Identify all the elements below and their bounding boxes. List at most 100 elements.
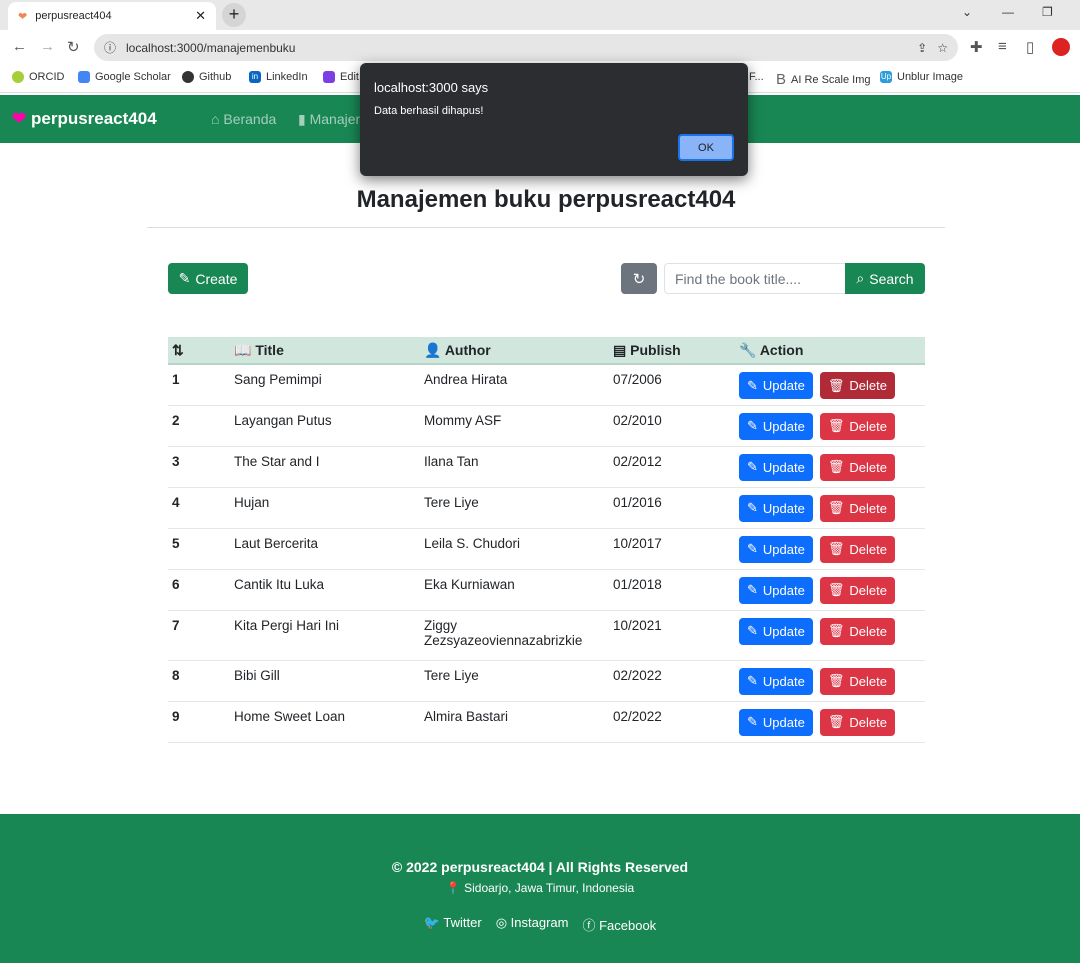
- twitter-text[interactable]: Twitter: [443, 915, 481, 930]
- copyright: © 2022 perpusreact404 | All Rights Reser…: [391, 859, 689, 875]
- bookmark[interactable]: B AI Re Scale Img: [776, 71, 871, 88]
- update-button[interactable]: ✎ Update: [739, 372, 813, 399]
- update-label: Update: [762, 418, 805, 434]
- create-button[interactable]: ✎ Create: [168, 263, 248, 294]
- wrench-icon: 🔧: [739, 341, 757, 358]
- book-publish: 01/2018: [609, 569, 735, 611]
- book-author: Almira Bastari: [420, 701, 609, 743]
- bookmark[interactable]: ORCID: [12, 71, 64, 83]
- create-label: Create: [195, 270, 238, 287]
- trash-icon: 🗑: [827, 673, 845, 688]
- refresh-button[interactable]: ↻: [621, 263, 657, 294]
- side-panel-icon[interactable]: ▯: [1026, 38, 1034, 56]
- table-row: 8 Bibi Gill Tere Liye 02/2022 ✎ Update 🗑 D…: [168, 660, 925, 702]
- header-publish: ▤ Publish: [609, 337, 735, 365]
- update-button[interactable]: ✎ Update: [739, 576, 813, 604]
- delete-button[interactable]: 🗑 Delete: [819, 453, 895, 481]
- bookmark[interactable]: Up Unblur Image: [880, 71, 963, 83]
- book-title: Laut Bercerita: [230, 528, 420, 570]
- delete-button[interactable]: 🗑 Delete: [819, 617, 895, 645]
- bookmark[interactable]: Edit: [323, 71, 359, 83]
- row-number: 2: [168, 405, 230, 447]
- linkedin-icon: in: [249, 71, 261, 83]
- delete-label: Delete: [849, 378, 887, 393]
- minimize-button[interactable]: —: [1002, 5, 1014, 19]
- extensions-icon[interactable]: ✚: [970, 38, 983, 56]
- row-number: 1: [168, 364, 230, 406]
- back-icon[interactable]: ←: [12, 38, 27, 55]
- sort-numeric-icon: ⇅: [172, 341, 184, 358]
- sort-header[interactable]: ⇅: [168, 337, 230, 365]
- row-number: 5: [168, 528, 230, 570]
- update-button[interactable]: ✎ Update: [739, 412, 813, 440]
- close-tab-icon[interactable]: ✕: [195, 8, 206, 24]
- update-label: Update: [762, 623, 805, 639]
- update-button[interactable]: ✎ Update: [739, 667, 813, 695]
- share-icon[interactable]: ⇪: [917, 41, 927, 55]
- delete-button[interactable]: 🗑 Delete: [819, 576, 895, 604]
- row-actions: ✎ Update 🗑 Delete: [735, 446, 925, 488]
- trash-icon: 🗑: [827, 623, 845, 638]
- header-action: 🔧 Action: [735, 337, 925, 365]
- brand[interactable]: ❤ perpusreact404: [12, 109, 157, 129]
- search-button[interactable]: ⌕ Search: [845, 263, 925, 294]
- book-publish: 01/2016: [609, 487, 735, 529]
- delete-button[interactable]: 🗑 Delete: [819, 535, 895, 563]
- twitter-link[interactable]: 🐦 Twitter: [424, 915, 482, 934]
- trash-icon: 🗑: [827, 582, 845, 597]
- update-button[interactable]: ✎ Update: [739, 453, 813, 481]
- home-icon: ⌂: [211, 111, 220, 127]
- forward-icon[interactable]: →: [40, 38, 55, 55]
- trash-icon: 🗑: [827, 500, 845, 515]
- star-icon[interactable]: ☆: [937, 41, 948, 55]
- delete-button[interactable]: 🗑 Delete: [819, 372, 895, 399]
- book-author: Mommy ASF: [420, 405, 609, 447]
- reading-list-icon[interactable]: ≡: [998, 38, 1007, 55]
- browser-tab[interactable]: ❤ perpusreact404 ✕: [8, 2, 216, 30]
- orcid-icon: [12, 71, 24, 83]
- row-actions: ✎ Update 🗑 Delete: [735, 610, 925, 661]
- instagram-text[interactable]: Instagram: [511, 915, 569, 930]
- table-row: 2 Layangan Putus Mommy ASF 02/2010 ✎ Upda…: [168, 405, 925, 447]
- location-text: Sidoarjo, Jawa Timur, Indonesia: [464, 881, 635, 895]
- header-label: Title: [255, 341, 284, 358]
- book-icon: ▮: [298, 111, 306, 127]
- delete-button[interactable]: 🗑 Delete: [819, 494, 895, 522]
- reload-icon[interactable]: ↻: [67, 38, 80, 56]
- facebook-text[interactable]: Facebook: [599, 918, 656, 933]
- delete-button[interactable]: 🗑 Delete: [819, 412, 895, 440]
- row-actions: ✎ Update 🗑 Delete: [735, 569, 925, 611]
- search-input[interactable]: [664, 263, 846, 294]
- update-label: Update: [762, 459, 805, 475]
- delete-label: Delete: [849, 500, 887, 516]
- restore-button[interactable]: ❐: [1042, 5, 1053, 19]
- address-bar-row: ← → ↻ ⓘ localhost:3000/manajemenbuku ⇪ ☆ ✚…: [0, 30, 1080, 64]
- profile-avatar[interactable]: [1052, 38, 1070, 56]
- bookmark[interactable]: Google Scholar: [78, 71, 171, 83]
- nav-beranda[interactable]: ⌂ Beranda: [211, 111, 276, 127]
- calendar-icon: ▤: [613, 341, 627, 358]
- edit-icon: ✎: [747, 582, 758, 597]
- update-button[interactable]: ✎ Update: [739, 535, 813, 563]
- update-button[interactable]: ✎ Update: [739, 708, 813, 736]
- bookmark-label: Google Scholar: [95, 71, 171, 83]
- edit-icon: ✎: [747, 377, 758, 393]
- instagram-link[interactable]: ◎ Instagram: [496, 915, 569, 934]
- book-title: Bibi Gill: [230, 660, 420, 702]
- bookmark[interactable]: F...: [749, 71, 764, 83]
- delete-button[interactable]: 🗑 Delete: [819, 667, 895, 695]
- bookmark-label: LinkedIn: [266, 71, 308, 83]
- delete-button[interactable]: 🗑 Delete: [819, 708, 895, 736]
- url-input[interactable]: ⓘ localhost:3000/manajemenbuku ⇪ ☆: [94, 34, 958, 61]
- facebook-link[interactable]: ⓕ Facebook: [582, 915, 656, 934]
- tab-search-icon[interactable]: ⌄: [962, 5, 972, 19]
- url-text: localhost:3000/manajemenbuku: [126, 40, 296, 55]
- update-button[interactable]: ✎ Update: [739, 494, 813, 522]
- bookmark-label: Github: [199, 71, 232, 83]
- user-pen-icon: 👤: [424, 341, 442, 358]
- update-button[interactable]: ✎ Update: [739, 617, 813, 645]
- bookmark[interactable]: in LinkedIn: [249, 71, 308, 83]
- bookmark[interactable]: Github: [182, 71, 231, 83]
- new-tab-button[interactable]: +: [222, 3, 246, 27]
- ok-button[interactable]: OK: [678, 134, 734, 161]
